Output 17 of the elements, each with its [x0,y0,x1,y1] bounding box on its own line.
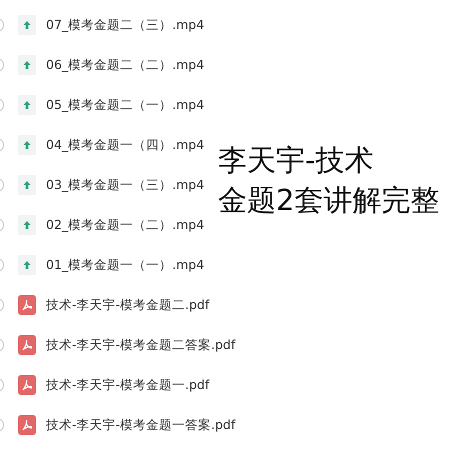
pdf-file-icon [18,375,36,395]
pdf-file-icon [18,295,36,315]
file-name[interactable]: 02_模考金题一（二）.mp4 [46,216,204,234]
pdf-file-icon [18,335,36,355]
pdf-file-icon [18,415,36,435]
file-name[interactable]: 03_模考金题一（三）.mp4 [46,176,204,194]
file-name[interactable]: 01_模考金题一（一）.mp4 [46,256,204,274]
file-name[interactable]: 05_模考金题二（一）.mp4 [46,96,204,114]
file-name[interactable]: 04_模考金题一（四）.mp4 [46,136,204,154]
file-name[interactable]: 技术-李天宇-模考金题二答案.pdf [46,336,236,354]
file-name[interactable]: 06_模考金题二（二）.mp4 [46,56,204,74]
caption-text: 李天宇-技术 [218,142,374,179]
file-name[interactable]: 技术-李天宇-模考金题一.pdf [46,376,210,394]
file-name[interactable]: 技术-李天宇-模考金题一答案.pdf [46,416,236,434]
file-name[interactable]: 技术-李天宇-模考金题二.pdf [46,296,210,314]
file-name[interactable]: 07_模考金题二（三）.mp4 [46,16,204,34]
caption-text: 金题2套讲解完整 [218,182,440,219]
